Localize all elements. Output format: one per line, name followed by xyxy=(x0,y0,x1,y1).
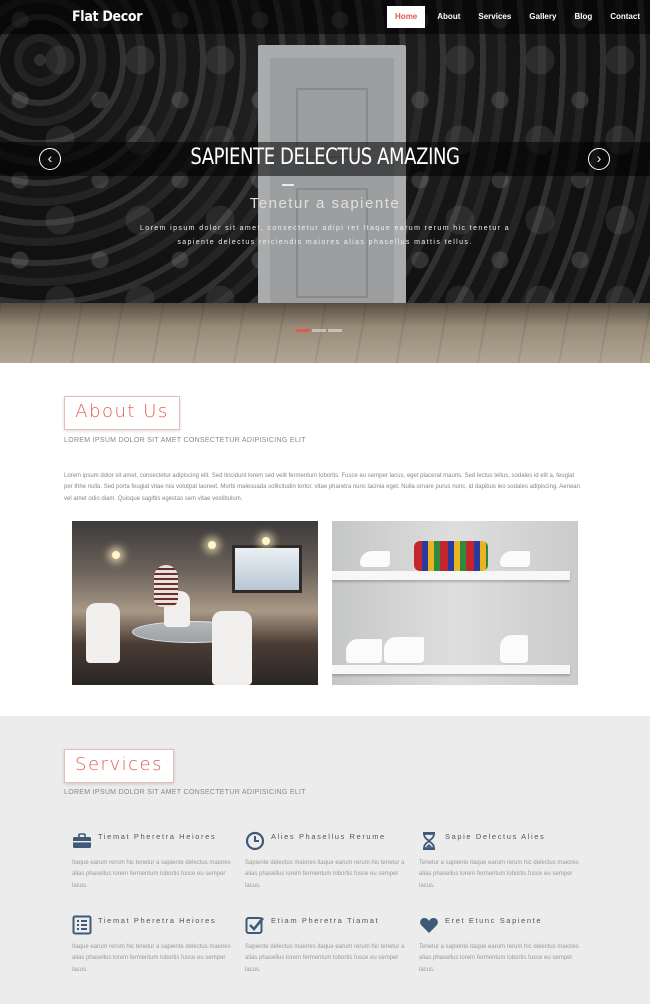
service-title: Eret Etunc Sapiente xyxy=(445,916,543,925)
nav-about[interactable]: About xyxy=(429,6,468,28)
service-desc: Tenetur a sapiente itaque earum rerum hi… xyxy=(419,944,579,973)
caption-divider xyxy=(282,184,294,186)
slider-pagination xyxy=(296,329,342,332)
briefcase-icon xyxy=(73,833,91,848)
service-desc: Sapiente delectus maiores itaque earum r… xyxy=(245,860,405,889)
shoe-shelves-photo xyxy=(332,521,578,685)
slide-title: SAPIENTE DELECTUS AMAZING xyxy=(190,145,460,170)
services-subheading: LOREM IPSUM DOLOR SIT AMET CONSECTETUR A… xyxy=(64,789,306,796)
slider-dot[interactable] xyxy=(296,329,310,332)
slide-subtitle: Tenetur a sapiente xyxy=(249,195,401,212)
about-body-text: Lorem ipsum dolor sit amet, consectetur … xyxy=(64,473,580,502)
service-desc: Sapiente delectus maiores itaque earum r… xyxy=(245,944,405,973)
service-desc: Itaque earum rerum hic tenetur a sapient… xyxy=(72,944,231,973)
chevron-left-icon[interactable]: ‹ xyxy=(39,148,61,170)
clock-icon xyxy=(245,831,265,851)
service-title: Tiemat Pheretra Heiores xyxy=(98,916,217,925)
nav-contact[interactable]: Contact xyxy=(602,6,648,28)
service-title: Etiam Pheretra Tiamat xyxy=(271,916,380,925)
slider-dot[interactable] xyxy=(312,329,326,332)
slide-text: Lorem ipsum dolor sit amet, consectetur … xyxy=(139,225,511,246)
nav-gallery[interactable]: Gallery xyxy=(521,6,564,28)
main-nav: Home About Services Gallery Blog Contact xyxy=(387,6,650,28)
list-icon xyxy=(72,915,92,935)
services-heading: Services xyxy=(64,749,174,783)
top-navbar: Flat Decor Home About Services Gallery B… xyxy=(0,0,650,34)
heart-icon xyxy=(420,918,438,933)
checkbox-icon xyxy=(245,917,265,934)
living-room-photo xyxy=(72,521,318,685)
nav-services[interactable]: Services xyxy=(470,6,519,28)
hero-slider: SAPIENTE DELECTUS AMAZING Tenetur a sapi… xyxy=(0,0,650,363)
nav-home[interactable]: Home xyxy=(387,6,426,28)
service-desc: Itaque earum rerum hic tenetur a sapient… xyxy=(72,860,231,889)
service-title: Alies Phasellus Rerume xyxy=(271,832,386,841)
service-title: Sapie Delectus Alies xyxy=(445,832,546,841)
chevron-right-icon[interactable]: › xyxy=(588,148,610,170)
service-title: Tiemat Pheretra Heiores xyxy=(98,832,217,841)
about-heading: About Us xyxy=(64,396,180,430)
slider-dot[interactable] xyxy=(328,329,342,332)
hourglass-icon xyxy=(423,832,435,850)
service-desc: Tenetur a sapiente itaque earum rerum hi… xyxy=(419,860,579,889)
about-subheading: LOREM IPSUM DOLOR SIT AMET CONSECTETUR A… xyxy=(64,437,306,444)
nav-blog[interactable]: Blog xyxy=(566,6,600,28)
site-logo[interactable]: Flat Decor xyxy=(72,9,142,25)
